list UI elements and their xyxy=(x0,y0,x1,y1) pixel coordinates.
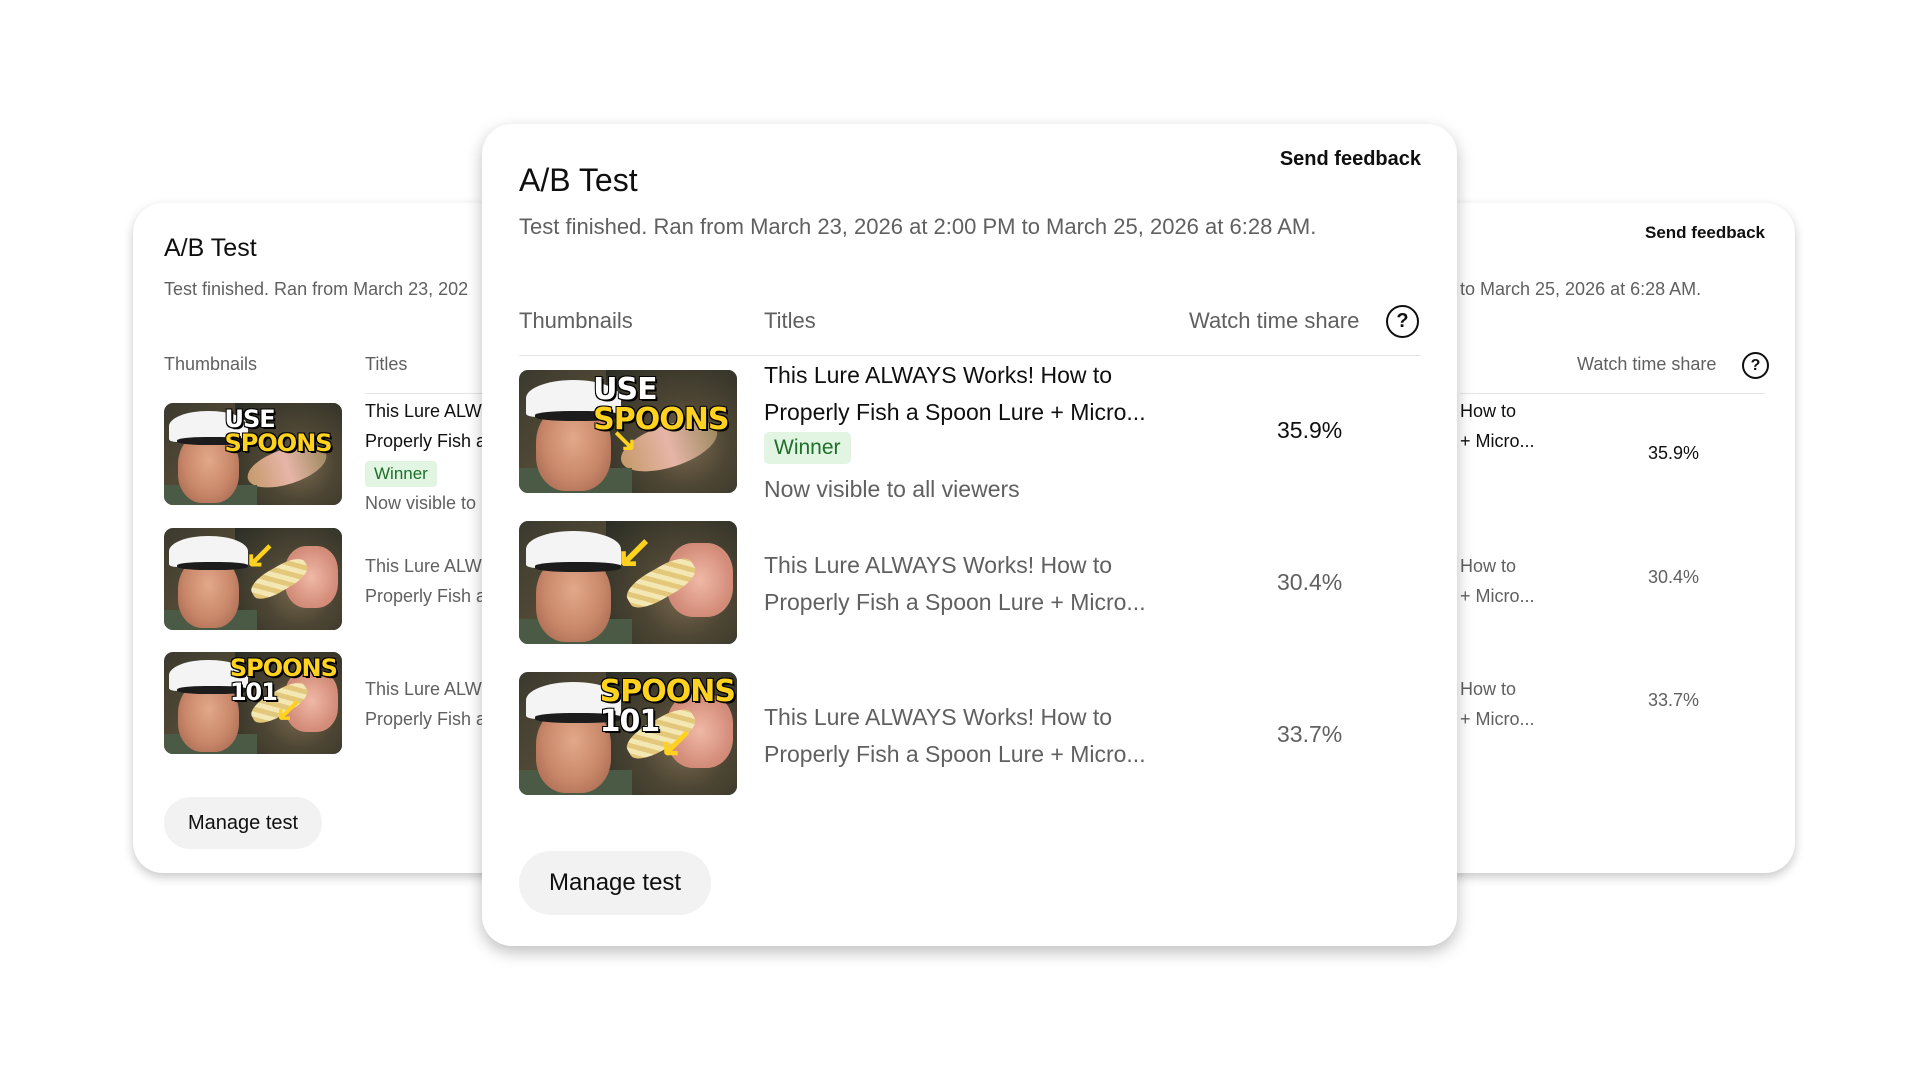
watch-time-share-value: 33.7% xyxy=(1648,690,1700,710)
column-header-thumbnails: Thumbnails xyxy=(519,308,633,333)
thumbnail-caption: USE SPOONS xyxy=(224,405,333,458)
card-title: A/B Test xyxy=(519,162,638,198)
visibility-note: Now visible to xyxy=(365,493,477,513)
variant-title-line1: This Lure ALWAYS Works! How to xyxy=(764,704,1113,730)
variant-title-line1: This Lure ALWAYS Works! How to xyxy=(764,362,1113,388)
variant-title-line2: Properly Fish a Spoon Lure + Micro... xyxy=(764,589,1146,615)
card-title: A/B Test xyxy=(164,234,257,262)
variant-title-line2: + Micro... xyxy=(1460,431,1535,451)
variant-title-line1: This Lure ALW xyxy=(365,401,482,421)
arrow-icon: ↙ xyxy=(274,691,303,730)
variant-title-line1: How to xyxy=(1460,401,1517,421)
variant-title-line2: Properly Fish a Spoon Lure + Micro... xyxy=(764,399,1146,425)
variant-thumbnail-2[interactable]: ↙ xyxy=(519,521,737,644)
arrow-icon: ↙ xyxy=(658,719,694,767)
variant-title-line2: Properly Fish a xyxy=(365,709,487,729)
send-feedback-link[interactable]: Send feedback xyxy=(1280,148,1421,171)
variant-thumbnail-2[interactable]: ↙ xyxy=(164,528,342,630)
manage-test-button[interactable]: Manage test xyxy=(164,797,323,849)
variant-title-line1: This Lure ALW xyxy=(365,556,482,576)
variant-title-line1: How to xyxy=(1460,556,1517,576)
variant-title-line1: How to xyxy=(1460,679,1517,699)
header-divider xyxy=(519,355,1421,356)
ab-test-card-main: Send feedback A/B Test Test finished. Ra… xyxy=(482,124,1457,946)
column-header-watch-time-share: Watch time share xyxy=(1577,354,1717,374)
variant-thumbnail-3[interactable]: SPOONS 101 ↙ xyxy=(519,672,737,795)
variant-title-line2: Properly Fish a Spoon Lure + Micro... xyxy=(764,741,1146,767)
column-header-titles: Titles xyxy=(365,354,408,374)
variant-thumbnail-1[interactable]: USE SPOONS ↘ xyxy=(519,370,737,493)
help-icon[interactable]: ? xyxy=(1742,352,1769,379)
test-status-text: Test finished. Ran from March 23, 2026 a… xyxy=(519,214,1317,239)
variant-title-line2: Properly Fish a xyxy=(365,586,487,606)
column-header-watch-time-share: Watch time share xyxy=(1189,308,1360,333)
watch-time-share-value: 33.7% xyxy=(1277,721,1343,747)
help-icon[interactable]: ? xyxy=(1386,305,1419,338)
send-feedback-link[interactable]: Send feedback xyxy=(1645,223,1765,243)
variant-thumbnail-3[interactable]: SPOONS 101 ↙ xyxy=(164,652,342,754)
variant-title-line1: This Lure ALW xyxy=(365,679,482,699)
watch-time-share-value: 35.9% xyxy=(1277,417,1343,443)
watch-time-share-value: 30.4% xyxy=(1277,569,1343,595)
test-status-text: to March 25, 2026 at 6:28 AM. xyxy=(1460,279,1702,299)
manage-test-button[interactable]: Manage test xyxy=(519,851,712,915)
watch-time-share-value: 30.4% xyxy=(1648,567,1700,587)
winner-badge: Winner xyxy=(764,432,851,464)
arrow-icon: ↙ xyxy=(614,526,654,579)
variant-thumbnail-1[interactable]: USE SPOONS xyxy=(164,403,342,505)
column-header-titles: Titles xyxy=(764,308,816,333)
stage: A/B Test Test finished. Ran from March 2… xyxy=(0,0,1920,1080)
winner-badge: Winner xyxy=(365,461,437,487)
visibility-note: Now visible to all viewers xyxy=(764,476,1020,502)
variant-title-line2: + Micro... xyxy=(1460,586,1535,606)
header-divider xyxy=(1460,393,1765,394)
column-header-thumbnails: Thumbnails xyxy=(164,354,258,374)
arrow-icon: ↙ xyxy=(244,536,276,579)
arrow-icon: ↘ xyxy=(610,422,638,459)
variant-title-line2: Properly Fish a xyxy=(365,431,487,451)
test-status-text: Test finished. Ran from March 23, 202 xyxy=(164,279,469,299)
variant-title-line1: This Lure ALWAYS Works! How to xyxy=(764,552,1113,578)
variant-title-line2: + Micro... xyxy=(1460,709,1535,729)
watch-time-share-value: 35.9% xyxy=(1648,443,1700,463)
